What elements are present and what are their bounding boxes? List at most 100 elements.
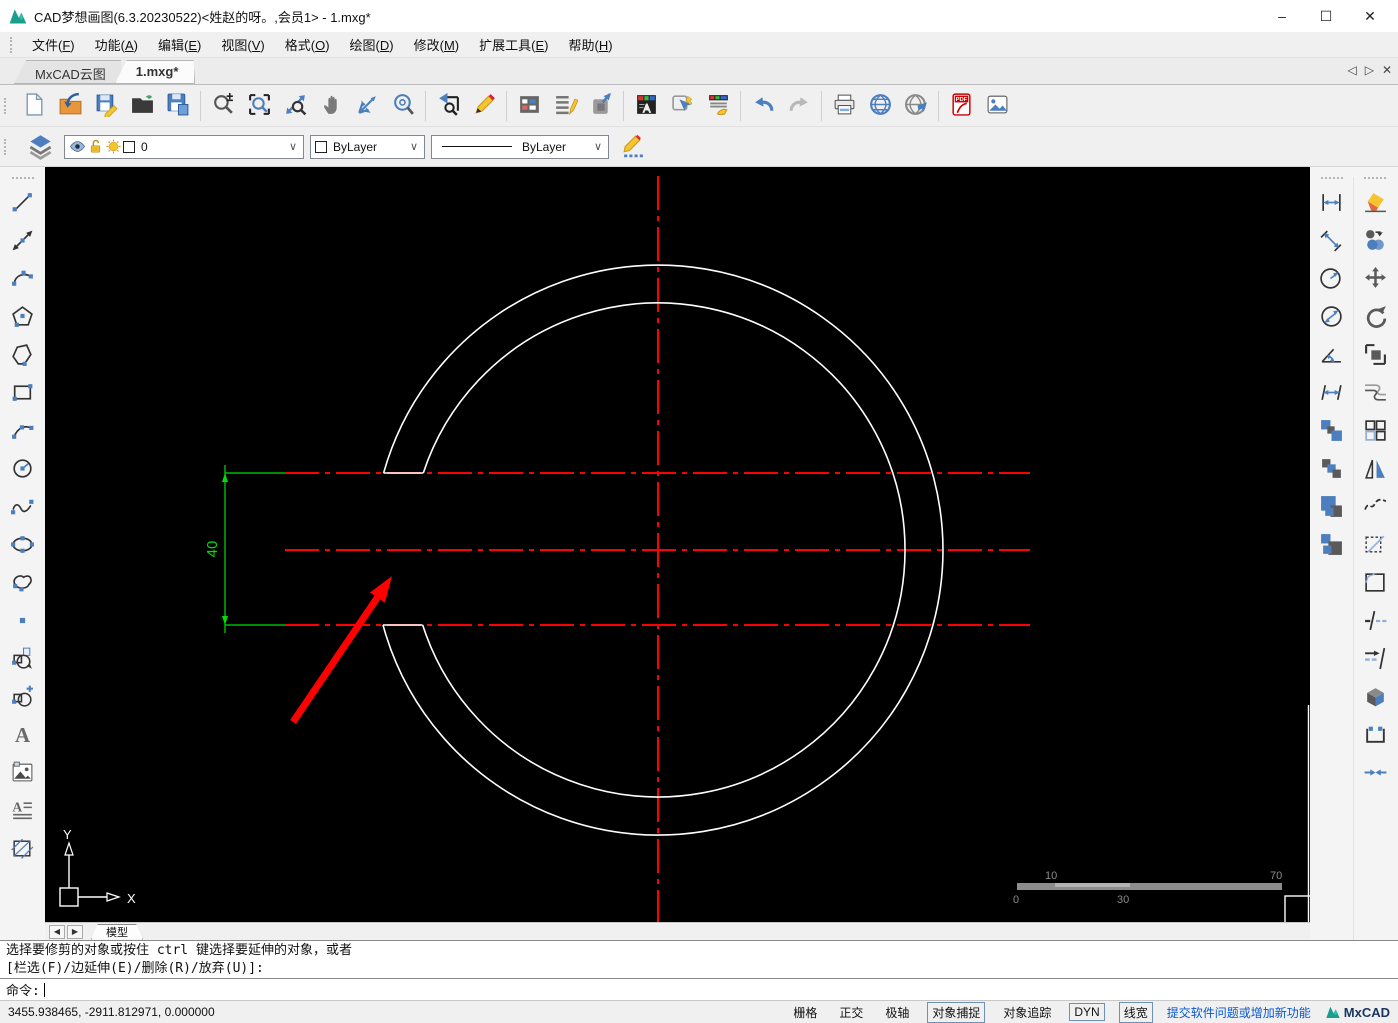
fillet-button[interactable] <box>1360 569 1390 599</box>
dim-radius-button[interactable] <box>1317 265 1347 295</box>
dim-angular-button[interactable] <box>1317 341 1347 371</box>
publish-web-button[interactable] <box>862 88 898 124</box>
maximize-button[interactable]: ☐ <box>1304 1 1348 31</box>
undo-button[interactable] <box>745 88 781 124</box>
polyline-button[interactable] <box>8 341 38 371</box>
extend-button[interactable] <box>1360 645 1390 675</box>
layout-next-icon[interactable]: ▶ <box>67 924 83 939</box>
ellipse-button[interactable] <box>8 531 38 561</box>
tab-active-document-1[interactable]: 1.mxg* <box>115 60 196 84</box>
spline-button[interactable] <box>8 493 38 523</box>
join-button[interactable] <box>1360 759 1390 789</box>
break-button[interactable] <box>1360 721 1390 751</box>
open-drawing-button[interactable] <box>52 88 88 124</box>
revision-cloud-button[interactable] <box>8 569 38 599</box>
trim-button[interactable] <box>1360 607 1390 637</box>
purge-button[interactable] <box>583 88 619 124</box>
draw-redline-button[interactable] <box>466 88 502 124</box>
redo-button[interactable] <box>781 88 817 124</box>
status-toggle-3[interactable]: 对象捕捉 <box>927 1001 986 1023</box>
tab-prev-icon[interactable]: ◁ <box>1347 63 1356 77</box>
paste-special-button[interactable] <box>1317 531 1347 561</box>
menu-item-o[interactable]: 格式(O) <box>275 32 340 57</box>
point-button[interactable] <box>8 607 38 637</box>
save-button[interactable] <box>88 88 124 124</box>
zoom-scale-button[interactable] <box>349 88 385 124</box>
erase-button[interactable] <box>1360 189 1390 219</box>
arc-button[interactable] <box>8 265 38 295</box>
menu-item-a[interactable]: 功能(A) <box>85 32 148 57</box>
tab-close-icon[interactable]: ✕ <box>1382 63 1392 77</box>
mtext-button[interactable]: A <box>8 797 38 827</box>
status-toggle-dyn[interactable]: DYN <box>1069 1003 1105 1021</box>
props-brush-button[interactable] <box>700 88 736 124</box>
status-toggle-2[interactable]: 极轴 <box>881 1003 913 1022</box>
menu-item-m[interactable]: 修改(M) <box>404 32 470 57</box>
zoom-extents-button[interactable] <box>277 88 313 124</box>
web-transfer-button[interactable] <box>898 88 934 124</box>
linetype-select[interactable]: ByLayer ∨ <box>431 134 609 159</box>
print-button[interactable] <box>826 88 862 124</box>
rotate-button[interactable] <box>1360 303 1390 333</box>
image-button[interactable] <box>8 759 38 789</box>
pan-button[interactable] <box>313 88 349 124</box>
linetype-manager-button[interactable] <box>547 88 583 124</box>
dim-aligned-button[interactable] <box>1317 227 1347 257</box>
zoom-dynamic-button[interactable] <box>205 88 241 124</box>
menu-item-d[interactable]: 绘图(D) <box>340 32 404 57</box>
menu-item-h[interactable]: 帮助(H) <box>559 32 623 57</box>
feedback-link[interactable]: 提交软件问题或增加新功能 <box>1167 1004 1311 1021</box>
stretch-button[interactable] <box>1360 531 1390 561</box>
chevron-down-icon[interactable]: ∨ <box>287 140 299 153</box>
text-style-button[interactable] <box>628 88 664 124</box>
hatch-button[interactable] <box>8 835 38 865</box>
dim-parallel-button[interactable] <box>1317 379 1347 409</box>
array-button[interactable] <box>1360 417 1390 447</box>
circle-button[interactable] <box>8 455 38 485</box>
tab-model[interactable]: 模型 <box>91 924 143 940</box>
status-toggle-4[interactable]: 对象追踪 <box>999 1003 1055 1022</box>
zoom-window-button[interactable] <box>241 88 277 124</box>
edit-spline-button[interactable] <box>1360 493 1390 523</box>
tab-next-icon[interactable]: ▷ <box>1365 63 1374 77</box>
save-as-button[interactable] <box>160 88 196 124</box>
offset-button[interactable] <box>1360 379 1390 409</box>
menu-item-f[interactable]: 文件(F) <box>22 32 85 57</box>
paste-button[interactable] <box>1317 493 1347 523</box>
text-button[interactable]: A <box>8 721 38 751</box>
select-set-button[interactable] <box>664 88 700 124</box>
status-toggle-lineweight[interactable]: 线宽 <box>1118 1001 1153 1023</box>
explode-button[interactable] <box>1360 683 1390 713</box>
color-select[interactable]: ByLayer ∨ <box>310 134 425 159</box>
export-pdf-button[interactable]: PDF <box>943 88 979 124</box>
make-block-button[interactable] <box>8 683 38 713</box>
status-toggle-0[interactable]: 栅格 <box>789 1003 821 1022</box>
dim-diameter-button[interactable] <box>1317 303 1347 333</box>
move-button[interactable] <box>1360 265 1390 295</box>
palette-button[interactable] <box>511 88 547 124</box>
layer-manager-button[interactable] <box>22 129 58 165</box>
ray-button[interactable] <box>8 227 38 257</box>
layout-prev-icon[interactable]: ◀ <box>49 924 65 939</box>
new-file-button[interactable] <box>16 88 52 124</box>
command-input[interactable]: 命令: <box>0 979 1398 1000</box>
drawing-canvas[interactable]: 40 Y X 10 70 0 30 <box>45 167 1310 922</box>
view-back-button[interactable] <box>430 88 466 124</box>
rectangle-button[interactable] <box>8 379 38 409</box>
insert-block-button[interactable] <box>8 645 38 675</box>
dim-linear-button[interactable] <box>1317 189 1347 219</box>
layer-select[interactable]: 0 ∨ <box>64 134 304 159</box>
menu-item-e[interactable]: 编辑(E) <box>148 32 211 57</box>
close-button[interactable]: ✕ <box>1348 1 1392 31</box>
zoom-center-button[interactable] <box>385 88 421 124</box>
menu-item-e[interactable]: 扩展工具(E) <box>469 32 558 57</box>
tab-document-0[interactable]: MxCAD云图 <box>14 60 123 84</box>
draw-order-button[interactable] <box>615 129 651 165</box>
insert-image-button[interactable] <box>979 88 1015 124</box>
copy-clip-button[interactable] <box>1317 417 1347 447</box>
mirror-button[interactable] <box>1360 455 1390 485</box>
status-toggle-1[interactable]: 正交 <box>835 1003 867 1022</box>
arc-3point-button[interactable] <box>8 417 38 447</box>
minimize-button[interactable]: – <box>1260 1 1304 31</box>
open-folder-button[interactable] <box>124 88 160 124</box>
